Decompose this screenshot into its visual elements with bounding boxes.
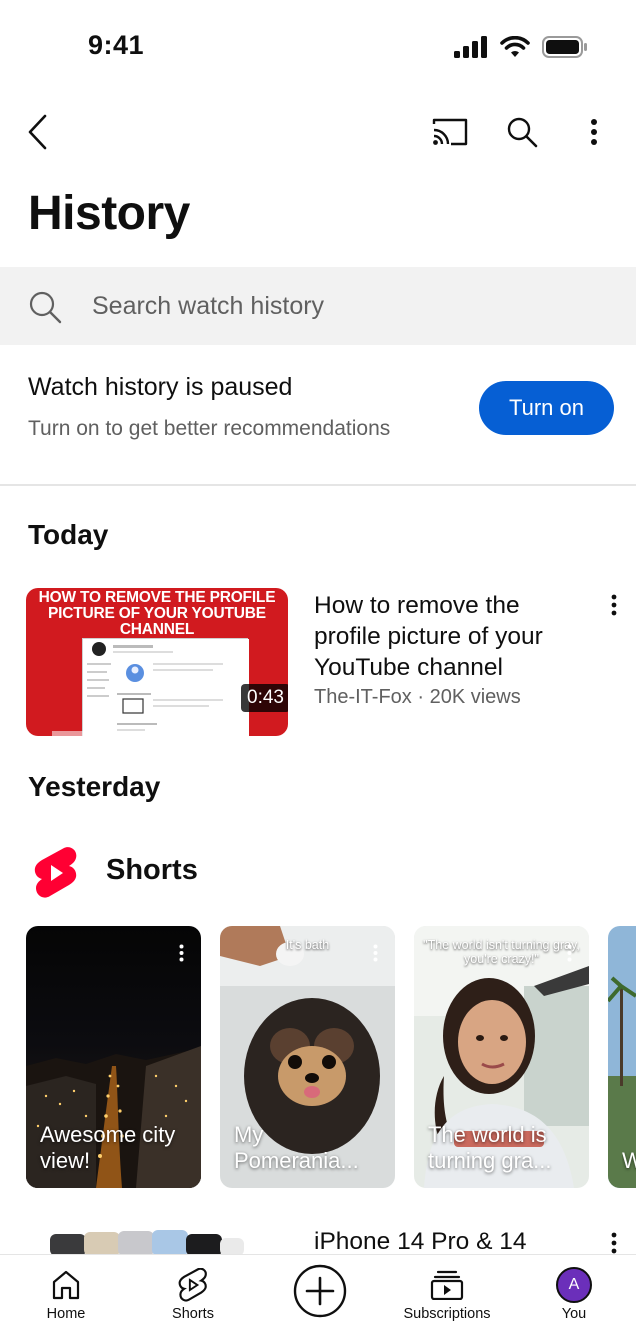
nav-you[interactable]: A You bbox=[519, 1255, 629, 1334]
short-title: The world is turning gra... bbox=[428, 1122, 552, 1173]
search-placeholder: Search watch history bbox=[92, 292, 325, 320]
short-card[interactable]: "The world isn't turning gray, you're cr… bbox=[414, 926, 589, 1188]
status-icons bbox=[454, 36, 588, 58]
video-title[interactable]: How to remove the profile picture of you… bbox=[314, 590, 584, 683]
shorts-icon bbox=[178, 1267, 208, 1303]
avatar-letter: A bbox=[556, 1267, 592, 1303]
video-title[interactable]: iPhone 14 Pro & 14 bbox=[314, 1228, 527, 1256]
nav-label: Shorts bbox=[172, 1306, 214, 1322]
thumbnail-text: HOW TO REMOVE THE PROFILE PICTURE OF YOU… bbox=[38, 589, 276, 638]
search-icon bbox=[507, 117, 538, 148]
short-title: W b bbox=[622, 1148, 636, 1173]
shorts-shelf-header: Shorts bbox=[0, 840, 636, 904]
turn-on-button[interactable]: Turn on bbox=[479, 381, 614, 435]
more-vertical-icon bbox=[611, 1232, 617, 1254]
more-vertical-icon bbox=[591, 119, 597, 145]
notice-title: Watch history is paused bbox=[28, 373, 293, 401]
short-title: Awesome city view! bbox=[40, 1122, 176, 1173]
video-list-item[interactable]: HOW TO REMOVE THE PROFILE PICTURE OF YOU… bbox=[0, 588, 636, 738]
bottom-navigation: Home Shorts Subscriptions A You bbox=[0, 1254, 636, 1334]
short-more-button[interactable] bbox=[559, 942, 579, 964]
more-vertical-icon bbox=[179, 944, 183, 962]
more-vertical-icon bbox=[567, 944, 571, 962]
thumbnail-screenshot bbox=[82, 638, 249, 736]
iphone-thumbnail bbox=[50, 1230, 244, 1254]
add-icon bbox=[293, 1263, 347, 1319]
battery-icon bbox=[542, 36, 587, 58]
shorts-label: Shorts bbox=[106, 854, 198, 886]
avatar: A bbox=[556, 1267, 592, 1303]
history-paused-notice: Watch history is paused Turn on to get b… bbox=[0, 345, 636, 486]
section-heading-yesterday: Yesterday bbox=[28, 771, 161, 802]
short-title: My Pomerania... bbox=[234, 1122, 359, 1173]
short-more-button[interactable] bbox=[365, 942, 385, 964]
short-more-button[interactable] bbox=[171, 942, 191, 964]
home-icon bbox=[51, 1267, 81, 1303]
cast-button[interactable] bbox=[428, 110, 472, 154]
more-vertical-icon bbox=[611, 594, 617, 616]
short-card[interactable]: It's bath My Pomerania... bbox=[220, 926, 395, 1188]
video-more-button[interactable] bbox=[602, 590, 626, 620]
section-heading-today: Today bbox=[28, 519, 109, 550]
create-button[interactable] bbox=[265, 1255, 375, 1334]
cast-icon bbox=[432, 118, 468, 146]
more-vertical-icon bbox=[373, 944, 377, 962]
short-card[interactable]: Awesome city view! bbox=[26, 926, 201, 1188]
more-options-button[interactable] bbox=[572, 110, 616, 154]
nav-subscriptions[interactable]: Subscriptions bbox=[392, 1255, 502, 1334]
notice-subtitle: Turn on to get better recommendations bbox=[28, 417, 391, 440]
nav-label: You bbox=[561, 1306, 587, 1322]
shorts-logo-icon bbox=[34, 846, 78, 905]
status-bar: 9:41 bbox=[0, 0, 636, 94]
back-arrow-icon bbox=[28, 114, 47, 150]
video-meta: The-IT-Fox · 20K views bbox=[314, 686, 521, 708]
duration-badge: 0:43 bbox=[241, 684, 288, 712]
page-title: History bbox=[28, 187, 190, 240]
back-button[interactable] bbox=[16, 110, 60, 154]
search-icon bbox=[28, 290, 62, 329]
subscriptions-icon bbox=[430, 1267, 464, 1303]
wifi-icon bbox=[500, 36, 530, 57]
video-thumbnail[interactable]: HOW TO REMOVE THE PROFILE PICTURE OF YOU… bbox=[26, 588, 288, 736]
status-time: 9:41 bbox=[88, 30, 145, 60]
search-button[interactable] bbox=[500, 110, 544, 154]
nav-shorts[interactable]: Shorts bbox=[138, 1255, 248, 1334]
search-history-field[interactable]: Search watch history bbox=[0, 267, 636, 345]
short-card[interactable]: W b bbox=[608, 926, 636, 1188]
signal-icon bbox=[454, 36, 487, 58]
nav-home[interactable]: Home bbox=[11, 1255, 121, 1334]
nav-label: Home bbox=[46, 1306, 86, 1322]
top-app-bar bbox=[0, 100, 636, 164]
nav-label: Subscriptions bbox=[403, 1306, 491, 1322]
watch-progress-bar bbox=[52, 731, 222, 736]
